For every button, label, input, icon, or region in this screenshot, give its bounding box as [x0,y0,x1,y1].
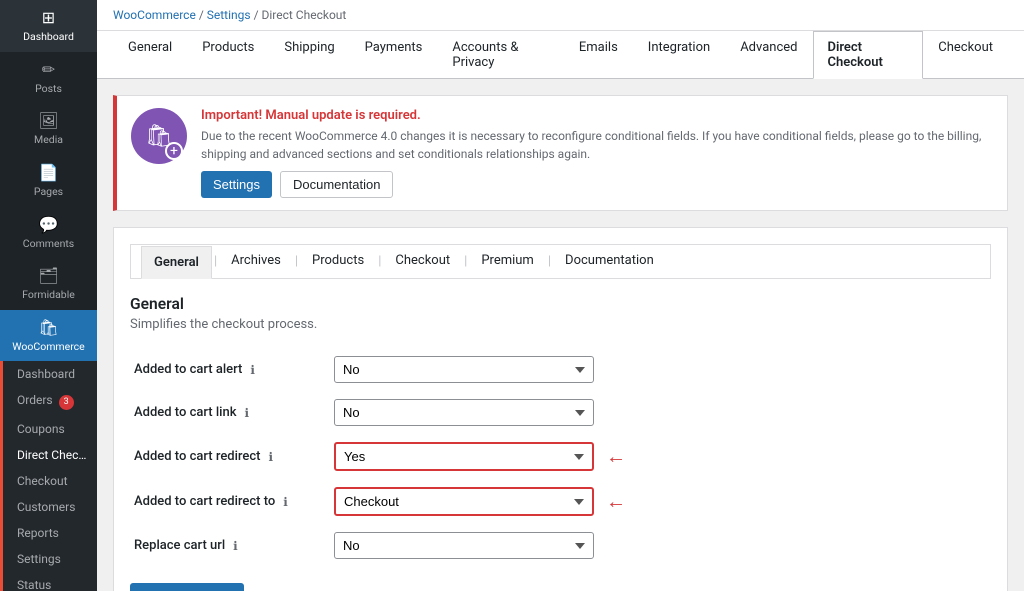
notice-actions: Settings Documentation [201,171,993,198]
field-info-link: ℹ [245,406,250,420]
sidebar-item-posts-label: Posts [35,82,62,96]
field-label-link: Added to cart link [134,405,237,420]
sidebar-item-media[interactable]: 🖼 Media [0,103,97,155]
tab-payments[interactable]: Payments [350,31,438,79]
plugin-tabs: General | Archives | Products | Checkout… [130,244,991,279]
field-row-added-to-cart-link: Added to cart link ℹ No Yes [130,391,991,434]
field-select-link[interactable]: No Yes [334,399,594,426]
woo-submenu-customers[interactable]: Customers [3,494,97,520]
breadcrumb: WooCommerce / Settings / Direct Checkout [97,0,1024,31]
notice-icon: 🛍 + [131,108,187,164]
field-row-added-to-cart-redirect-to: Added to cart redirect to ℹ Cart Checkou… [130,479,991,524]
woo-submenu-checkout[interactable]: Checkout [3,468,97,494]
tab-products[interactable]: Products [187,31,269,79]
breadcrumb-current: Direct Checkout [262,8,347,22]
settings-form: Added to cart alert ℹ No Yes [130,348,991,567]
content-area: 🛍 + Important! Manual update is required… [97,79,1024,591]
field-label-alert: Added to cart alert [134,362,242,377]
save-changes-button[interactable]: Save changes [130,583,244,591]
woo-submenu-orders[interactable]: Orders 3 [3,387,97,416]
sidebar-item-woocommerce-label: WooCommerce [12,340,84,354]
breadcrumb-woocommerce[interactable]: WooCommerce [113,8,196,22]
field-row-replace-cart-url: Replace cart url ℹ No Yes [130,524,991,567]
field-label-replace-cart: Replace cart url [134,538,225,553]
field-select-replace-cart[interactable]: No Yes [334,532,594,559]
formidable-icon: 🗂 [38,266,58,285]
dashboard-icon: ⊞ [42,8,55,27]
woocommerce-submenu: Dashboard Orders 3 Coupons Direct Checko… [0,361,97,591]
media-icon: 🖼 [38,111,58,130]
woo-submenu-dashboard[interactable]: Dashboard [3,361,97,387]
field-info-replace-cart: ℹ [233,539,238,553]
field-select-alert[interactable]: No Yes [334,356,594,383]
sidebar-item-formidable[interactable]: 🗂 Formidable [0,258,97,310]
pages-icon: 📄 [39,163,59,182]
annotation-arrow-redirect-to: ← [606,489,626,514]
woo-submenu-coupons[interactable]: Coupons [3,416,97,442]
tab-general[interactable]: General [113,31,187,79]
sidebar-item-pages-label: Pages [34,185,63,199]
woo-submenu-reports[interactable]: Reports [3,520,97,546]
field-info-redirect: ℹ [268,450,273,464]
woo-submenu-settings[interactable]: Settings [3,546,97,572]
notice-settings-button[interactable]: Settings [201,171,272,198]
woocommerce-icon: 🛍 [38,318,58,337]
notice-title: Important! Manual update is required. [201,108,421,123]
plugin-content-box: General | Archives | Products | Checkout… [113,227,1008,591]
plugin-tab-products[interactable]: Products [300,245,376,278]
comments-icon: 💬 [39,215,59,234]
field-row-added-to-cart-redirect: Added to cart redirect ℹ No Yes ← [130,434,991,479]
plugin-tab-general[interactable]: General [141,246,212,279]
breadcrumb-settings[interactable]: Settings [207,8,251,22]
sidebar: ⊞ Dashboard ✏ Posts 🖼 Media 📄 Pages 💬 Co… [0,0,97,591]
field-select-redirect-to[interactable]: Cart Checkout Home [334,487,594,516]
section-title: General [130,295,991,313]
plugin-tab-archives[interactable]: Archives [219,245,293,278]
tab-accounts[interactable]: Accounts & Privacy [437,31,564,79]
sidebar-item-woocommerce[interactable]: 🛍 WooCommerce [0,310,97,362]
field-info-redirect-to: ℹ [283,495,288,509]
tab-integration[interactable]: Integration [633,31,725,79]
sidebar-item-dashboard-label: Dashboard [23,30,74,44]
field-row-added-to-cart-alert: Added to cart alert ℹ No Yes [130,348,991,391]
sidebar-item-media-label: Media [34,133,63,147]
woo-submenu-direct-checkout[interactable]: Direct Checkout [3,442,97,468]
notice-plus-icon: + [165,142,183,160]
settings-tabbar: General Products Shipping Payments Accou… [97,31,1024,79]
field-label-redirect-to: Added to cart redirect to [134,494,275,509]
woo-submenu-status[interactable]: Status [3,572,97,591]
plugin-tab-premium[interactable]: Premium [469,245,546,278]
field-label-redirect: Added to cart redirect [134,449,260,464]
notice-body: Due to the recent WooCommerce 4.0 change… [201,127,993,163]
tab-direct-checkout[interactable]: Direct Checkout [813,31,924,79]
annotation-arrow-redirect: ← [606,444,626,469]
posts-icon: ✏ [42,60,55,79]
field-info-alert: ℹ [250,363,255,377]
tab-checkout[interactable]: Checkout [923,31,1008,79]
notice-text: Important! Manual update is required. Du… [201,108,993,198]
notice-documentation-button[interactable]: Documentation [280,171,393,198]
sidebar-item-formidable-label: Formidable [22,288,75,302]
main-content: WooCommerce / Settings / Direct Checkout… [97,0,1024,591]
sidebar-item-comments[interactable]: 💬 Comments [0,207,97,259]
field-select-redirect[interactable]: No Yes [334,442,594,471]
sidebar-item-pages[interactable]: 📄 Pages [0,155,97,207]
section-description: Simplifies the checkout process. [130,317,991,332]
orders-badge: 3 [59,395,74,410]
tab-shipping[interactable]: Shipping [269,31,349,79]
sidebar-item-comments-label: Comments [23,237,74,251]
sidebar-item-posts[interactable]: ✏ Posts [0,52,97,104]
plugin-tab-documentation[interactable]: Documentation [553,245,666,278]
tab-emails[interactable]: Emails [564,31,633,79]
sidebar-item-dashboard[interactable]: ⊞ Dashboard [0,0,97,52]
notice-box: 🛍 + Important! Manual update is required… [113,95,1008,211]
plugin-tab-checkout[interactable]: Checkout [383,245,462,278]
tab-advanced[interactable]: Advanced [725,31,812,79]
